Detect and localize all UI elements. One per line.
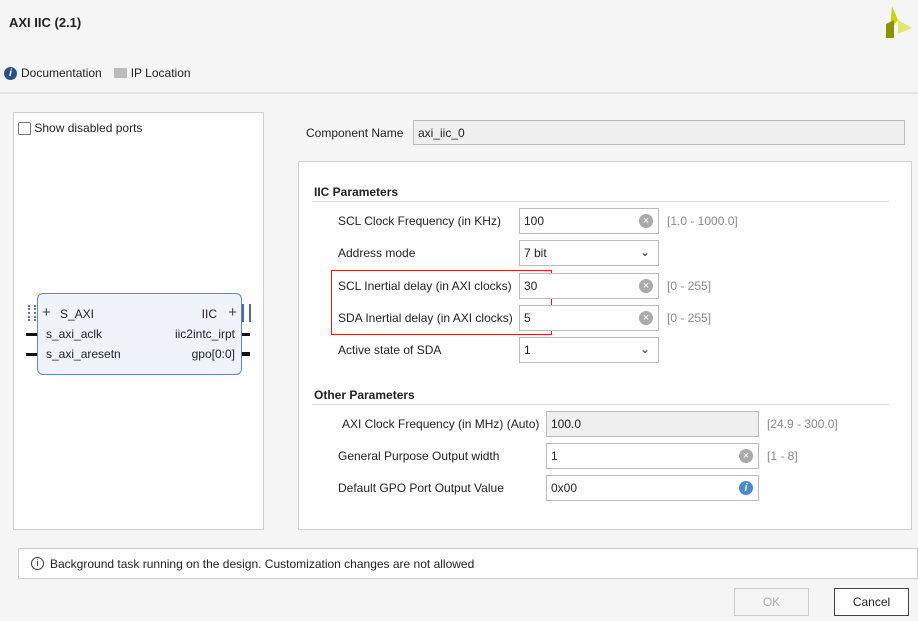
gpo-width-range: [1 - 8] — [767, 449, 798, 463]
port-line — [242, 352, 250, 356]
info-icon[interactable]: i — [739, 481, 753, 495]
divider — [312, 201, 889, 202]
scl-inertial-input[interactable]: 30 × — [519, 273, 659, 299]
cancel-button[interactable]: Cancel — [834, 588, 909, 616]
clear-icon[interactable]: × — [739, 449, 753, 463]
axi-clock-input[interactable]: 100.0 — [546, 411, 759, 437]
address-mode-label: Address mode — [338, 246, 416, 260]
xilinx-logo — [886, 6, 912, 38]
scl-inertial-label: SCL Inertial delay (in AXI clocks) — [338, 279, 512, 293]
divider — [0, 92, 918, 94]
port-gpo: gpo[0:0] — [191, 347, 235, 361]
expand-icon[interactable]: + — [42, 304, 51, 321]
clear-icon[interactable]: × — [639, 214, 653, 228]
address-mode-select[interactable]: 7 bit ⌄ — [519, 240, 659, 266]
info-icon: i — [31, 557, 44, 570]
folder-icon — [113, 68, 127, 78]
port-s-axi: S_AXI — [60, 307, 95, 321]
bus-connector-left — [28, 305, 36, 321]
status-message: Background task running on the design. C… — [50, 556, 475, 571]
divider — [312, 404, 889, 405]
iic-parameters-header: IIC Parameters — [314, 185, 399, 199]
axi-clock-label: AXI Clock Frequency (in MHz) (Auto) — [342, 417, 540, 431]
axi-clock-range: [24.9 - 300.0] — [767, 417, 838, 431]
scl-inertial-range: [0 - 255] — [667, 279, 712, 293]
gpo-default-label: Default GPO Port Output Value — [338, 481, 504, 495]
expand-icon[interactable]: + — [228, 304, 237, 321]
scl-clock-label: SCL Clock Frequency (in KHz) — [338, 214, 501, 228]
scl-clock-range: [1.0 - 1000.0] — [667, 214, 738, 228]
sda-active-select[interactable]: 1 ⌄ — [519, 337, 659, 363]
checkbox[interactable] — [18, 122, 31, 136]
port-iic2intc-irpt: iic2intc_irpt — [174, 327, 235, 341]
port-s-axi-aclk: s_axi_aclk — [46, 327, 103, 341]
gpo-width-input[interactable]: 1 × — [546, 443, 759, 469]
clear-icon[interactable]: × — [639, 311, 653, 325]
ok-button[interactable]: OK — [734, 588, 809, 616]
component-name-label: Component Name — [306, 126, 404, 140]
sda-inertial-range: [0 - 255] — [667, 311, 712, 325]
ip-location-link[interactable]: IP Location — [131, 66, 191, 80]
window-title: AXI IIC (2.1) — [9, 15, 82, 30]
status-bar: i Background task running on the design.… — [18, 548, 918, 579]
ip-block[interactable]: + S_AXI s_axi_aclk s_axi_aresetn IIC + i… — [37, 293, 242, 375]
sda-inertial-input[interactable]: 5 × — [519, 305, 659, 331]
chevron-down-icon: ⌄ — [639, 245, 650, 259]
show-disabled-ports[interactable]: Show disabled ports — [18, 121, 143, 136]
port-s-axi-aresetn: s_axi_aresetn — [46, 347, 121, 361]
documentation-link[interactable]: Documentation — [21, 66, 102, 80]
sda-active-label: Active state of SDA — [338, 343, 442, 357]
gpo-width-label: General Purpose Output width — [338, 449, 500, 463]
gpo-default-input[interactable]: 0x00 i — [546, 475, 759, 501]
info-icon: i — [4, 66, 17, 80]
sda-inertial-label: SDA Inertial delay (in AXI clocks) — [338, 311, 513, 325]
bus-connector-right — [242, 304, 251, 322]
port-iic: IIC — [201, 307, 217, 321]
checkbox-label: Show disabled ports — [34, 121, 143, 135]
port-line — [242, 333, 250, 336]
scl-clock-input[interactable]: 100 × — [519, 208, 659, 234]
clear-icon[interactable]: × — [639, 279, 653, 293]
component-name-input[interactable]: axi_iic_0 — [413, 120, 905, 145]
other-parameters-header: Other Parameters — [314, 388, 415, 402]
chevron-down-icon: ⌄ — [639, 342, 650, 356]
